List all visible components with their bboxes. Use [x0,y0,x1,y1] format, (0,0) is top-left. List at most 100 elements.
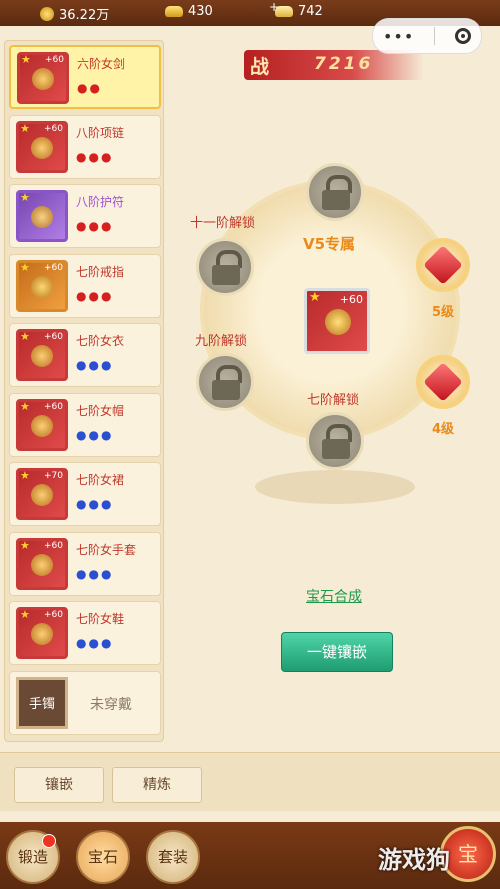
sword-icon [325,309,351,335]
bracelet-slot[interactable]: 手镯 未穿戴 [9,670,161,735]
gem-socket-dots: ●●● [76,636,114,650]
equipment-thumbnail: ★ +60 [16,259,68,312]
equipment-thumbnail: ★ +60 [16,120,68,173]
close-target-icon[interactable] [455,28,472,44]
equipment-name: 七阶女帽 [76,403,125,418]
enhance-level: +70 [44,471,63,481]
power-value: 7216 [314,54,374,74]
more-icon[interactable]: ••• [383,27,414,46]
star-icon: ★ [21,53,31,66]
center-enhance-level: +60 [339,293,363,306]
notification-dot [42,834,56,848]
ingot-amount: 430 [188,4,213,19]
ingot-resource: 430 [165,4,213,19]
coin-amount: 36.22万 [59,8,110,23]
nav-gem[interactable]: 宝石 [76,830,130,884]
equipment-list-item[interactable]: ★ +70 七阶女裙 ●●● [9,462,161,526]
not-equipped-label: 未穿戴 [90,696,132,713]
coin-resource: 36.22万 [40,4,109,23]
enhance-level: +60 [45,55,64,65]
equipment-thumbnail: ★ +60 [16,398,68,451]
ruby-slot-2[interactable] [416,355,470,409]
gem-socket-dots: ●●● [76,427,114,442]
star-icon: ★ [20,330,30,343]
equipment-name: 八阶护符 [76,195,125,209]
selected-equipment-center[interactable]: ★ +60 [304,288,370,354]
locked-slot-bottom[interactable] [306,412,364,470]
tab-inlay[interactable]: 镶嵌 [14,767,104,803]
star-icon: ★ [20,260,30,274]
equipment-icon [31,275,53,298]
locked-slot-left-top[interactable] [196,238,254,296]
equipment-list-item[interactable]: ★ +60 七阶女衣 ●●● [9,323,161,387]
equipment-thumbnail: ★ +60 [16,537,68,590]
eleven-unlock-label: 十一阶解锁 [190,216,256,231]
bound-ingot-icon [269,0,293,17]
enhance-level: +60 [44,262,63,273]
disc-shadow [255,470,415,504]
equipment-thumbnail: ★ +60 [17,52,69,104]
enhance-level: +60 [44,540,63,551]
equipment-list-item[interactable]: ★ 八阶护符 ●●● [9,184,161,248]
enhance-level: +60 [44,332,63,342]
locked-slot-top[interactable] [306,163,364,221]
gem-socket-dots: ●●● [76,219,114,233]
gem-synthesis-link[interactable]: 宝石合成 [306,586,362,606]
equipment-list-item[interactable]: ★ +60 七阶女鞋 ●●● [9,601,161,665]
locked-slot-left-bottom[interactable] [196,353,254,411]
watermark: 游戏狗 [378,846,450,874]
gem1-level: 5级 [432,305,455,320]
equipment-list-item[interactable]: ★ +60 七阶女手套 ●●● [9,531,161,596]
gem-socket-dots: ●●● [76,288,114,303]
ruby-slot-1[interactable] [416,238,470,292]
bound-ingot-amount: 742 [298,4,323,19]
nav-gem-label: 宝石 [87,848,118,866]
bracelet-slot-label: 手镯 [16,676,68,729]
equipment-thumbnail: ★ +60 [16,329,68,381]
equipment-name: 七阶女衣 [76,334,125,348]
treasure-label: 宝 [458,842,478,866]
bound-ingot-resource: 742 [269,0,323,19]
enhance-level: +60 [44,401,63,412]
nav-forge-label: 锻造 [17,848,48,866]
power-label: 战 [250,56,270,78]
nav-forge[interactable]: 锻造 [6,830,60,884]
star-icon: ★ [20,191,30,204]
seven-unlock-label: 七阶解锁 [307,393,360,408]
gem-socket-dots: ●●● [76,497,114,511]
equipment-thumbnail: ★ [16,190,68,242]
ruby-gem-icon [423,245,463,285]
gem-socket-dots: ●●● [76,566,114,581]
miniprogram-capsule: ••• [372,18,482,54]
equipment-thumbnail: ★ +70 [16,468,68,520]
nav-set[interactable]: 套装 [146,830,200,884]
star-icon: ★ [309,290,321,305]
equipment-list-item[interactable]: ★ +60 八阶项链 ●●● [9,114,161,179]
star-icon: ★ [20,399,30,413]
equipment-name: 八阶项链 [76,125,125,140]
equipment-list-item[interactable]: ★ +60 七阶女帽 ●●● [9,392,161,457]
one-key-inlay-button[interactable]: 一键镶嵌 [281,632,393,672]
star-icon: ★ [20,608,30,621]
equipment-icon [31,345,53,367]
nine-unlock-label: 九阶解锁 [195,334,248,349]
equipment-name: 七阶女裙 [76,473,125,487]
enhance-level: +60 [44,610,63,620]
equipment-list-item[interactable]: ★ +60 七阶戒指 ●●● [9,253,161,318]
enhance-level: +60 [44,123,63,134]
nav-set-label: 套装 [157,848,188,866]
capsule-divider [434,27,436,45]
star-icon: ★ [20,469,30,482]
tab-refine[interactable]: 精炼 [112,767,202,803]
equipment-icon [32,68,54,90]
equipment-name: 六阶女剑 [77,57,126,71]
gem-socket-dots: ●● [77,81,102,95]
sub-tab-bar: 镶嵌 精炼 [0,752,500,811]
equipment-name: 七阶女手套 [76,542,137,557]
equipment-list: ★ +60 六阶女剑 ●● ★ +60 八阶项链 ●●● ★ 八阶护符 ●●● ★ +60 七阶戒指 ●●●… [4,40,164,742]
star-icon: ★ [20,538,30,552]
equipment-name: 七阶戒指 [76,264,125,279]
ruby-gem-icon [423,362,463,402]
equipment-list-item[interactable]: ★ +60 六阶女剑 ●● [9,45,161,109]
coin-icon [40,6,54,21]
